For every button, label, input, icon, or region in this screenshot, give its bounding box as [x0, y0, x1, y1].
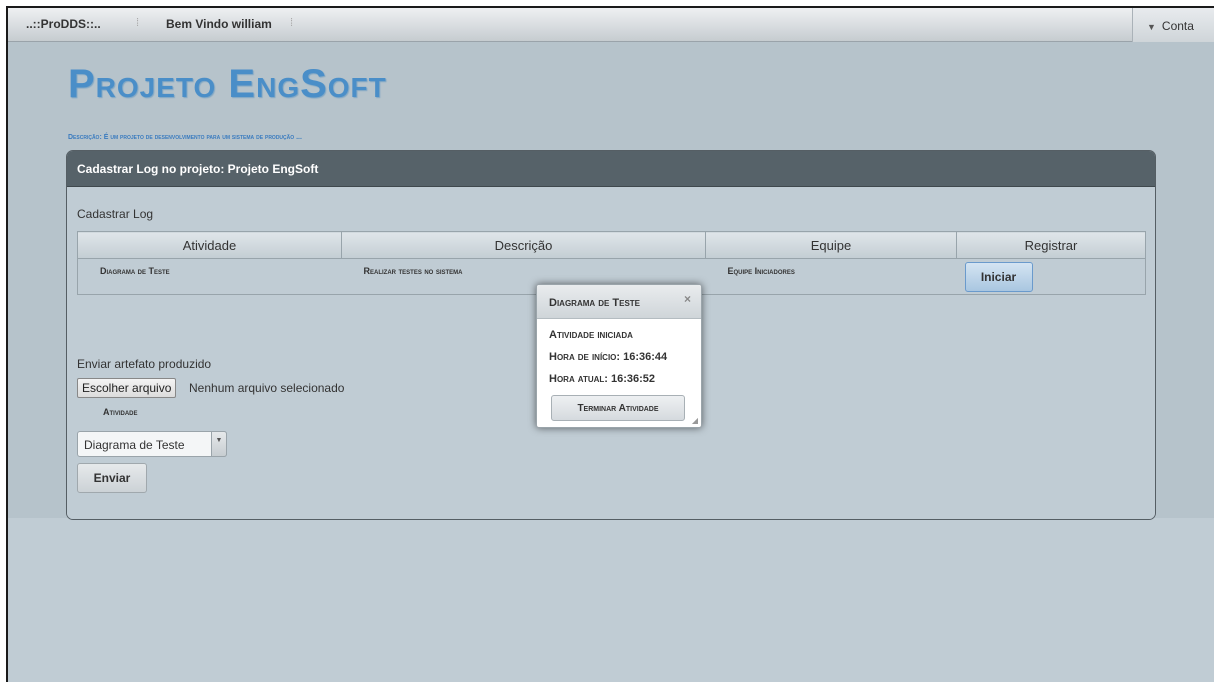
finish-activity-button[interactable]: Terminar Atividade — [551, 395, 685, 421]
activity-select[interactable]: Diagrama de Teste ▼ — [77, 431, 227, 457]
project-title: Projeto EngSoft — [68, 62, 387, 106]
upload-label: Enviar artefato produzido — [77, 357, 212, 371]
close-icon[interactable]: × — [684, 292, 691, 306]
page-background — [8, 518, 1214, 682]
column-header: Equipe — [705, 231, 957, 259]
account-menu[interactable]: ▼ Conta — [1132, 8, 1214, 42]
nav-divider: ⁞ — [290, 17, 294, 29]
column-header: Registrar — [956, 231, 1146, 259]
submit-button[interactable]: Enviar — [77, 463, 147, 493]
browser-frame: ..::ProDDS::.. ⁞ Bem Vindo william ⁞ ▼ Co… — [6, 6, 1214, 682]
activity-dialog: Diagrama de Teste × Atividade iniciada H… — [536, 284, 702, 428]
dialog-title: Diagrama de Teste — [549, 297, 641, 309]
activity-status: Atividade iniciada — [549, 329, 633, 341]
account-label: Conta — [1161, 19, 1194, 33]
brand-link[interactable]: ..::ProDDS::.. — [26, 17, 101, 31]
file-status: Nenhum arquivo selecionado — [189, 381, 345, 395]
welcome-text[interactable]: Bem Vindo william — [166, 17, 272, 31]
project-description: Descrição: É um projeto de desenvolvimen… — [68, 134, 302, 141]
column-header: Atividade — [77, 231, 342, 259]
panel-title: Cadastrar Log no projeto: Projeto EngSof… — [67, 151, 1155, 187]
top-navbar: ..::ProDDS::.. ⁞ Bem Vindo william ⁞ ▼ Co… — [8, 8, 1214, 42]
start-time: Hora de início: 16:36:44 — [549, 351, 668, 363]
caret-down-icon: ▼ — [1147, 22, 1156, 32]
current-time: Hora atual: 16:36:52 — [549, 373, 656, 385]
activity-cell: Diagrama de Teste — [77, 258, 342, 295]
start-button[interactable]: Iniciar — [964, 262, 1033, 292]
nav-divider: ⁞ — [136, 17, 140, 29]
section-label: Cadastrar Log — [77, 207, 154, 221]
activity-select-value: Diagrama de Teste — [84, 438, 185, 452]
chevron-down-icon[interactable]: ▼ — [211, 431, 227, 457]
activity-select-label: Atividade — [103, 407, 138, 417]
team-cell: Equipe Iniciadores — [705, 258, 957, 295]
resize-handle-icon[interactable]: ◢ — [692, 416, 698, 425]
dialog-header: Diagrama de Teste × — [537, 285, 701, 319]
table-header-row: Atividade Descrição Equipe Registrar — [77, 231, 1146, 259]
action-cell: Iniciar — [956, 258, 1146, 295]
choose-file-button[interactable]: Escolher arquivo — [77, 378, 177, 398]
column-header: Descrição — [341, 231, 706, 259]
